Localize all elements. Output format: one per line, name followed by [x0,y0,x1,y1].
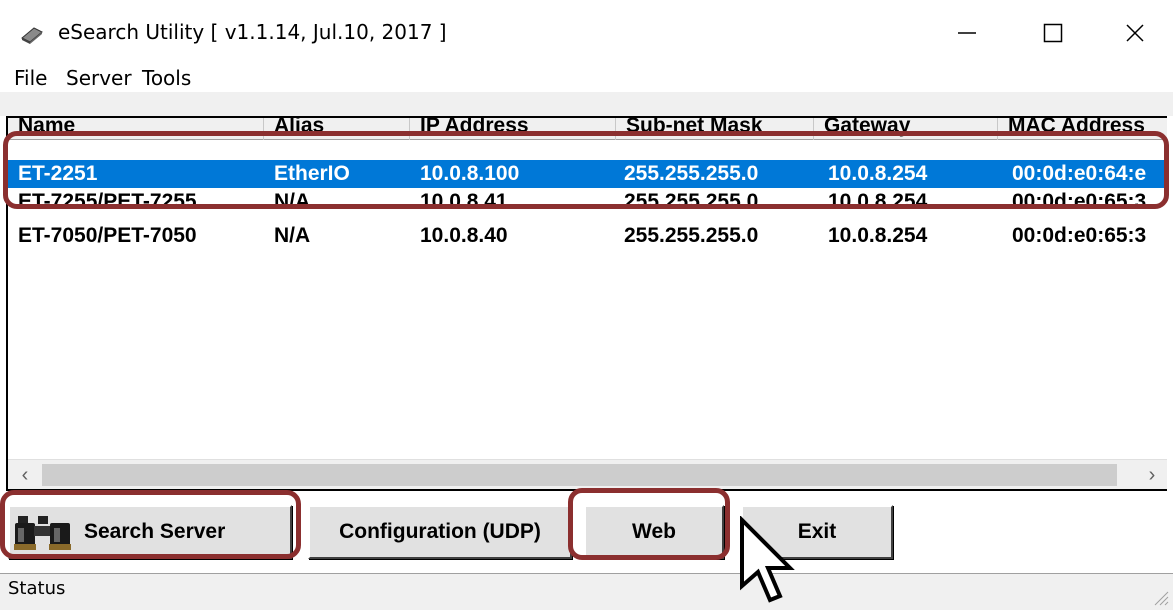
cell-alias: EtherIO [274,162,350,185]
minimize-icon [958,32,976,34]
minimize-button[interactable] [944,14,990,52]
column-header-name[interactable]: Name [8,118,264,140]
web-button[interactable]: Web [584,505,724,559]
table-row[interactable]: ET-2251 EtherIO 10.0.8.100 255.255.255.0… [8,160,1167,188]
cell-ip: 10.0.8.41 [420,190,508,213]
toolbar-strip [0,92,1173,116]
cell-gateway: 10.0.8.254 [828,224,928,247]
horizontal-scrollbar[interactable]: ‹ › [8,459,1167,489]
cell-alias: N/A [274,190,311,213]
maximize-button[interactable] [1030,14,1076,52]
cell-mac: 00:0d:e0:65:3 [1012,190,1147,213]
close-icon [1126,24,1144,42]
menu-bar: File Server Tools [0,64,1173,92]
binoculars-icon [14,516,71,550]
scroll-left-arrow-icon[interactable]: ‹ [8,460,42,489]
cell-name: ET-2251 [18,162,98,185]
status-bar: Status [0,573,1173,610]
button-bar: Search Server Configuration (UDP) Web Ex… [0,491,1173,571]
cell-mask: 255.255.255.0 [624,190,759,213]
cell-name: ET-7050/PET-7050 [18,224,197,247]
server-list[interactable]: Name Alias IP Address Sub-net Mask Gatew… [6,116,1167,491]
list-header: Name Alias IP Address Sub-net Mask Gatew… [8,118,1167,140]
scroll-right-arrow-icon[interactable]: › [1135,460,1167,489]
cell-name: ET-7255/PET-7255 [18,190,197,213]
cell-gateway: 10.0.8.254 [828,190,928,213]
column-header-ip[interactable]: IP Address [410,118,616,140]
column-header-alias[interactable]: Alias [264,118,410,140]
window-title: eSearch Utility [ v1.1.14, Jul.10, 2017 … [58,20,447,44]
maximize-icon [1043,23,1063,43]
search-server-label: Search Server [84,520,226,543]
close-button[interactable] [1112,14,1158,52]
cell-mask: 255.255.255.0 [624,224,759,247]
cell-mask: 255.255.255.0 [624,162,759,185]
scrollbar-thumb[interactable] [42,464,1117,486]
configuration-udp-button[interactable]: Configuration (UDP) [308,505,572,559]
column-header-gateway[interactable]: Gateway [814,118,998,140]
menu-server[interactable]: Server [66,66,132,90]
table-row[interactable]: ET-7255/PET-7255 N/A 10.0.8.41 255.255.2… [8,188,1167,222]
cell-alias: N/A [274,224,311,247]
esearch-window: eSearch Utility [ v1.1.14, Jul.10, 2017 … [0,0,1173,610]
title-bar: eSearch Utility [ v1.1.14, Jul.10, 2017 … [0,0,1173,64]
status-text: Status [8,578,66,599]
menu-tools[interactable]: Tools [142,66,191,90]
app-icon [21,27,43,44]
mouse-pointer-icon [740,516,795,603]
menu-file[interactable]: File [14,66,47,90]
resize-grip-icon[interactable] [1149,586,1169,606]
column-header-mask[interactable]: Sub-net Mask [616,118,814,140]
cell-ip: 10.0.8.100 [420,162,520,185]
column-header-mac[interactable]: MAC Address [998,118,1167,140]
cell-ip: 10.0.8.40 [420,224,508,247]
cell-gateway: 10.0.8.254 [828,162,928,185]
cell-mac: 00:0d:e0:64:e [1012,162,1147,185]
search-server-button[interactable]: Search Server [8,505,292,559]
table-row[interactable]: ET-7050/PET-7050 N/A 10.0.8.40 255.255.2… [8,222,1167,250]
cell-mac: 00:0d:e0:65:3 [1012,224,1147,247]
